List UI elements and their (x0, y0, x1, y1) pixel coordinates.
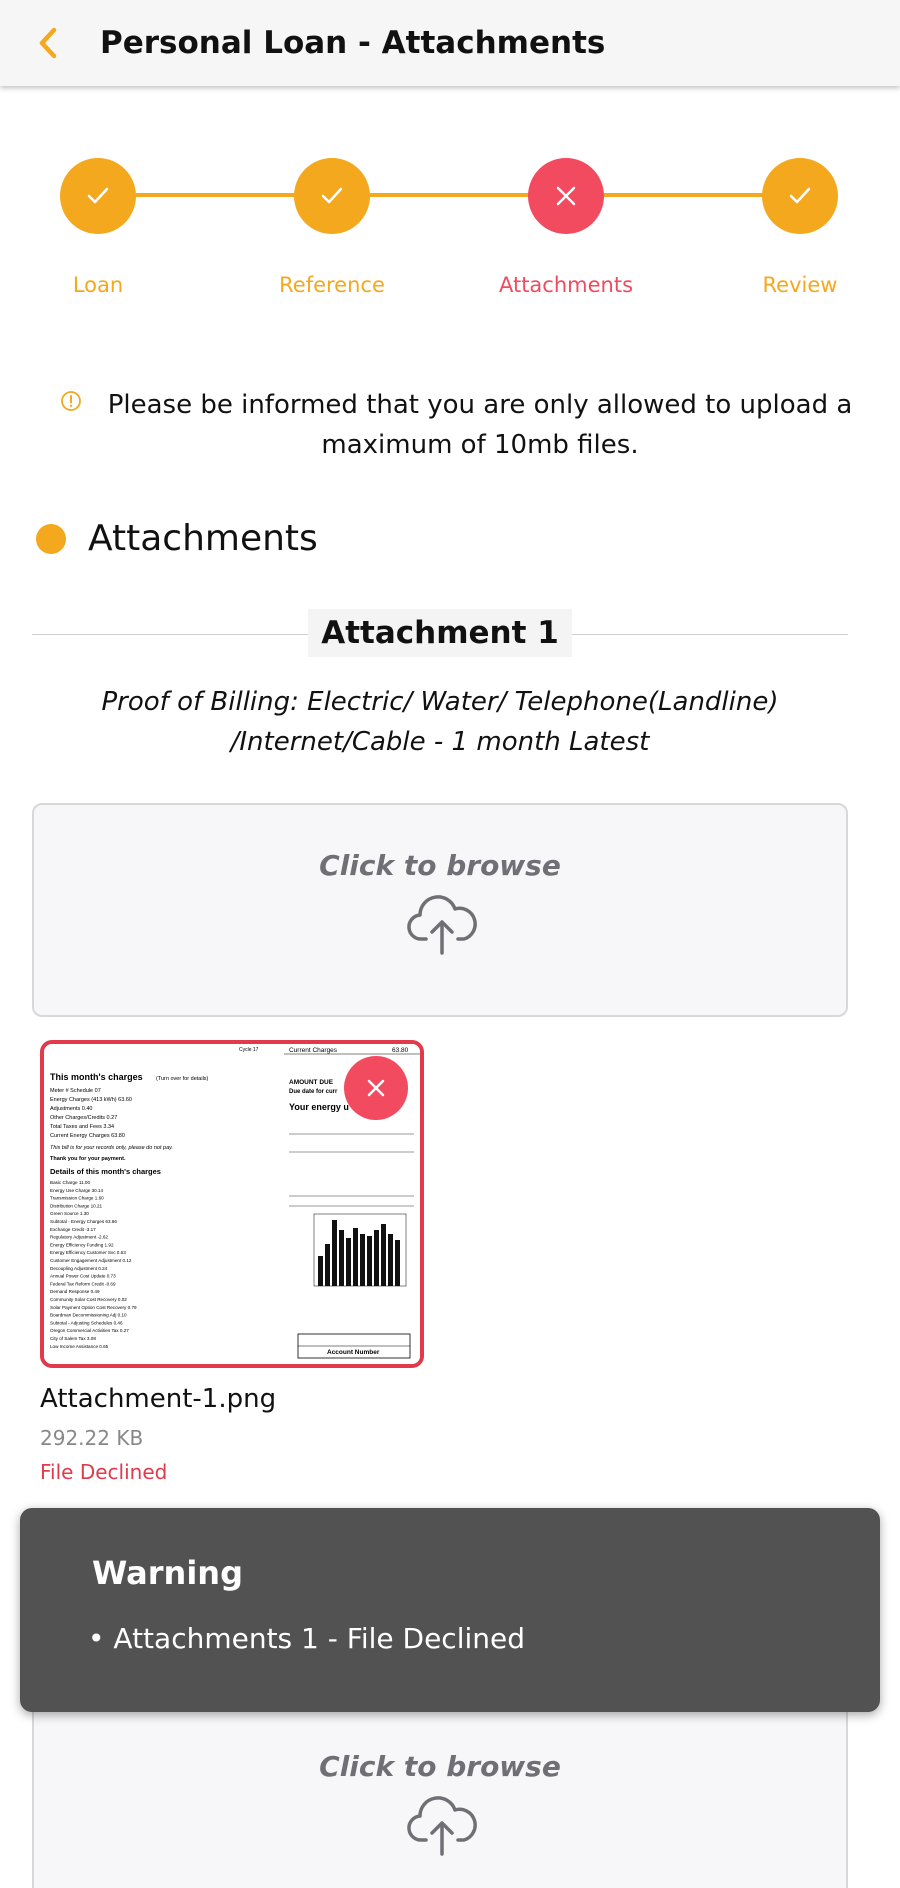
bill-detail-line: Green Source 1.30 (50, 1211, 89, 1216)
page-title: Personal Loan - Attachments (100, 25, 606, 61)
bill-detail-line: Decoupling Adjustment 0.24 (50, 1266, 108, 1271)
bill-line: Current Energy Charges 63.80 (50, 1133, 125, 1139)
attachment-heading: Attachment 1 (308, 609, 572, 657)
app-header: Personal Loan - Attachments (0, 0, 900, 86)
bill-line: Other Charges/Credits 0.27 (50, 1115, 117, 1121)
bill-details-title: Details of this month's charges (50, 1167, 161, 1176)
file-status: File Declined (40, 1460, 168, 1484)
step-reference[interactable] (294, 158, 370, 234)
bill-detail-line: Federal Tax Reform Credit -0.69 (50, 1281, 116, 1286)
bill-line: Adjustments 0.40 (50, 1106, 93, 1112)
bill-amount-due: AMOUNT DUE (289, 1079, 334, 1086)
step-label-attachments: Attachments (498, 273, 634, 297)
bill-line: Total Taxes and Fees 3.34 (50, 1124, 114, 1130)
cloud-upload-icon (407, 1796, 477, 1856)
bill-detail-line: Community Solar Cost Recovery 0.02 (50, 1297, 127, 1302)
bill-detail-line: Basic Charge 11.00 (50, 1180, 90, 1185)
upload-label: Click to browse (319, 1750, 561, 1783)
attachment-description: Proof of Billing: Electric/ Water/ Telep… (101, 687, 779, 757)
bill-current-amount: 63.80 (392, 1047, 409, 1054)
bill-detail-line: Demand Response 0.49 (50, 1289, 100, 1294)
cloud-upload-icon (407, 895, 477, 955)
file-name: Attachment-1.png (40, 1384, 277, 1414)
bill-due-date: Due date for curr (289, 1089, 338, 1095)
bill-detail-line: Annual Power Cost Update 0.73 (50, 1274, 116, 1279)
bill-charges-title: This month's charges (50, 1072, 143, 1082)
step-loan[interactable] (60, 158, 136, 234)
step-connector (370, 193, 530, 197)
bill-detail-line: Exchange Credit -3.17 (50, 1227, 96, 1232)
step-attachments[interactable] (528, 158, 604, 234)
bill-records: This bill is for your records only, plea… (50, 1145, 173, 1151)
bill-detail-line: Energy Use Charge 30.14 (50, 1188, 104, 1193)
bill-detail-line: City of Salem Tax 3.08 (50, 1336, 96, 1341)
step-label-review: Review (762, 273, 838, 297)
remove-attachment-button[interactable] (344, 1056, 408, 1120)
step-connector (604, 193, 764, 197)
section-bullet (36, 524, 66, 554)
bill-detail-line: Solar Payment Option Cost Recovery 0.79 (50, 1305, 137, 1310)
step-label-reference: Reference (279, 273, 385, 297)
bill-line: Energy Charges (413 kWh) 63.60 (50, 1097, 132, 1103)
bill-detail-line: Transmission Charge 1.60 (50, 1196, 104, 1201)
close-icon (367, 1079, 385, 1097)
bill-detail-line: Customer Engagement Adjustment 0.12 (50, 1258, 132, 1263)
bill-detail-line: Energy Efficiency Customer Svc 0.63 (50, 1250, 126, 1255)
check-icon (789, 187, 811, 204)
file-size: 292.22 KB (40, 1426, 144, 1450)
back-button[interactable] (30, 22, 70, 64)
check-icon (321, 187, 343, 204)
bill-detail-line: Regulatory Adjustment -2.62 (50, 1235, 108, 1240)
bill-detail-line: Distribution Charge 10.21 (50, 1203, 103, 1208)
upload-dropzone-2[interactable]: Click to browse (32, 1688, 848, 1888)
upload-dropzone[interactable]: Click to browse (32, 803, 848, 1017)
step-review[interactable] (762, 158, 838, 234)
bill-detail-line: Boardman Decommissioning Adj 0.10 (50, 1313, 127, 1318)
upload-label: Click to browse (319, 849, 561, 882)
check-icon (87, 187, 109, 204)
bill-current-charges: Current Charges (289, 1047, 338, 1054)
notice-text: Please be informed that you are only all… (107, 390, 853, 460)
bill-turn-over: (Turn over for details) (156, 1076, 209, 1082)
step-connector (136, 193, 296, 197)
bill-energy-use: Your energy u (289, 1102, 349, 1112)
info-circle-icon (61, 391, 81, 411)
toast-item: • Attachments 1 - File Declined (88, 1622, 526, 1655)
chevron-left-icon (39, 27, 57, 59)
svg-text:Cycle 17: Cycle 17 (239, 1047, 259, 1053)
step-label-loan: Loan (72, 273, 124, 297)
x-icon (556, 186, 576, 206)
bill-detail-line: Subtotal - Adjusting Schedules 0.46 (50, 1320, 123, 1325)
warning-toast[interactable]: Warning • Attachments 1 - File Declined (20, 1508, 880, 1712)
bill-account-number: Account Number (327, 1349, 380, 1356)
bill-detail-line: Oregon Commercial Activities Tax 0.27 (50, 1328, 129, 1333)
toast-title: Warning (92, 1554, 243, 1592)
bill-thanks: Thank you for your payment. (50, 1156, 126, 1162)
bill-detail-line: Energy Efficiency Funding 1.92 (50, 1242, 114, 1247)
bill-detail-line: Subtotal - Energy Charges 63.66 (50, 1219, 117, 1224)
bill-detail-line: Low Income Assistance 0.65 (50, 1344, 109, 1349)
section-title: Attachments (88, 518, 318, 559)
bill-line: Meter # Schedule 07 (50, 1088, 101, 1094)
